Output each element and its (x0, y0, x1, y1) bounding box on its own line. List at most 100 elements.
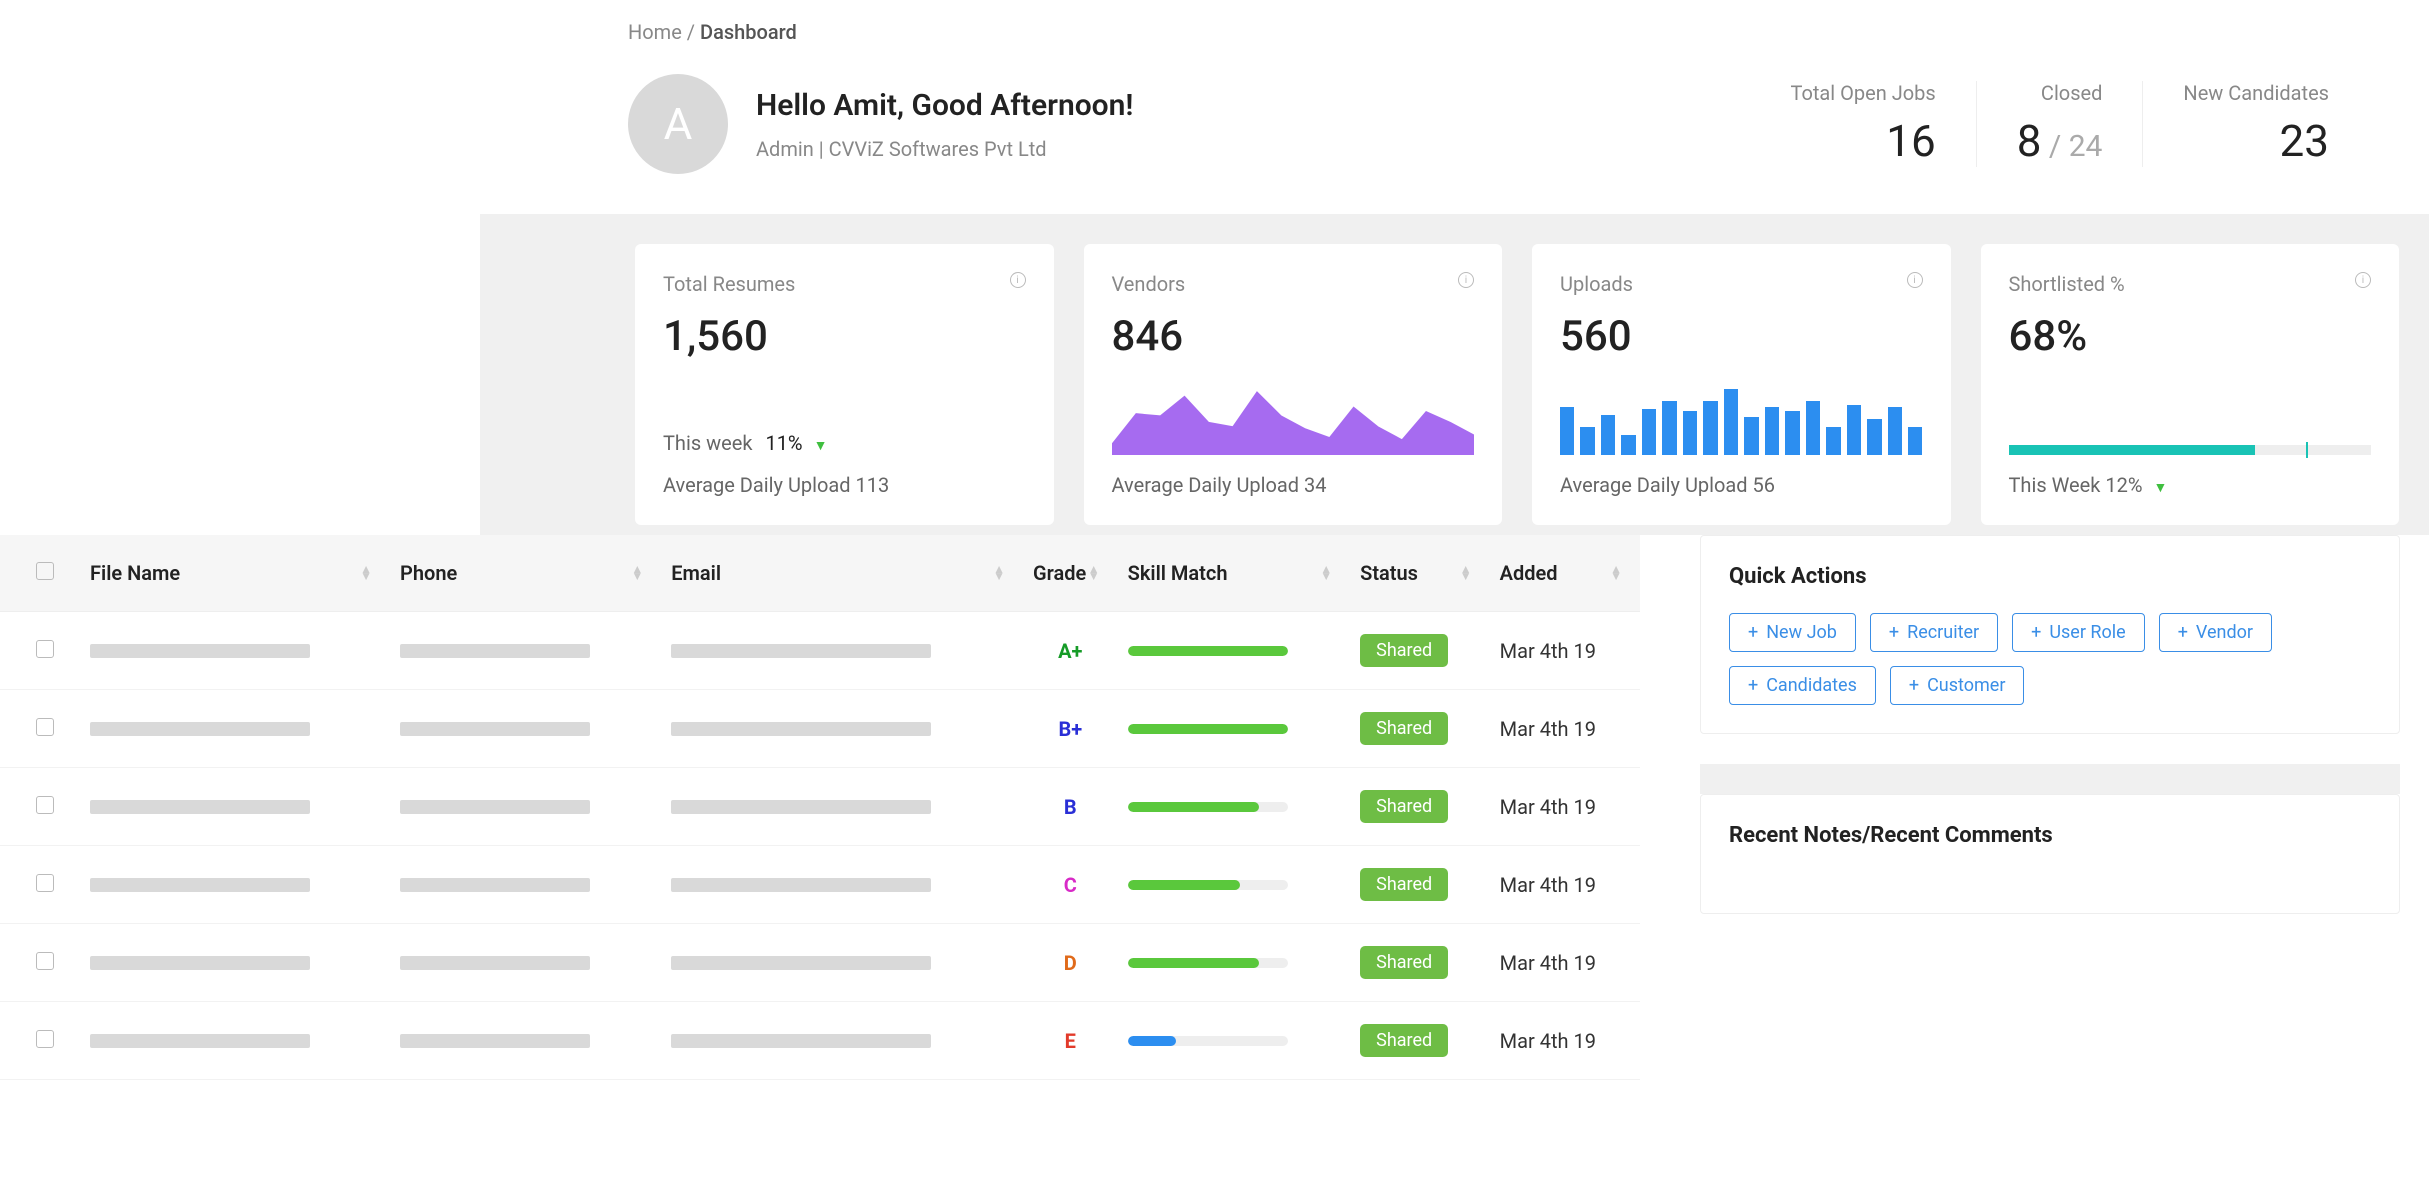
skill-match-bar (1128, 880, 1288, 890)
info-icon[interactable]: i (1010, 272, 1026, 288)
skill-match-bar (1128, 724, 1288, 734)
table-row[interactable]: D Shared Mar 4th 19 (0, 924, 1640, 1002)
quick-action-button[interactable]: +New Job (1729, 613, 1856, 652)
card-footer: This Week 12% ▼ (2009, 473, 2372, 497)
sort-icon: ▲▼ (1610, 566, 1622, 580)
bar (1703, 401, 1717, 455)
bar (1621, 435, 1635, 455)
col-skill-match[interactable]: Skill Match▲▼ (1118, 535, 1351, 612)
breadcrumb: Home / Dashboard (628, 20, 2429, 44)
grade-value: A+ (1058, 639, 1082, 663)
stat-closed-value: 8 / 24 (2017, 115, 2103, 167)
quick-action-label: Customer (1927, 675, 2005, 696)
bar (1785, 411, 1799, 455)
phone-redacted (400, 956, 590, 970)
info-icon[interactable]: i (1458, 272, 1474, 288)
plus-icon: + (2031, 622, 2041, 643)
bar (1662, 401, 1676, 455)
quick-action-button[interactable]: + Customer (1890, 666, 2025, 705)
plus-icon: + (1748, 675, 1758, 696)
file-name-redacted (90, 956, 310, 970)
avatar: A (628, 74, 728, 174)
quick-action-button[interactable]: +Vendor (2159, 613, 2272, 652)
row-checkbox[interactable] (36, 640, 54, 658)
card-value: 560 (1560, 312, 1923, 361)
quick-action-label: Candidates (1766, 675, 1857, 696)
email-redacted (671, 956, 931, 970)
table-row[interactable]: A+ Shared Mar 4th 19 (0, 612, 1640, 690)
plus-icon: + (1889, 622, 1899, 643)
card-footer: Average Daily Upload 113 (663, 473, 1026, 497)
plus-icon: + (1909, 675, 1919, 696)
row-checkbox[interactable] (36, 718, 54, 736)
col-checkbox (0, 535, 80, 612)
col-status[interactable]: Status▲▼ (1350, 535, 1490, 612)
quick-action-button[interactable]: + Candidates (1729, 666, 1876, 705)
file-name-redacted (90, 722, 310, 736)
sort-icon: ▲▼ (993, 566, 1005, 580)
sort-icon: ▲▼ (631, 566, 643, 580)
candidates-table: File Name▲▼ Phone▲▼ Email▲▼ Grade▲▼ Skil… (0, 535, 1640, 1080)
row-checkbox[interactable] (36, 874, 54, 892)
card-title: Total Resumes (663, 272, 1026, 296)
email-redacted (671, 1034, 931, 1048)
skill-match-bar (1128, 958, 1288, 968)
phone-redacted (400, 722, 590, 736)
quick-action-button[interactable]: +Recruiter (1870, 613, 1998, 652)
row-checkbox[interactable] (36, 952, 54, 970)
caret-down-icon: ▼ (814, 438, 828, 454)
recent-notes-title: Recent Notes/Recent Comments (1729, 823, 2371, 848)
card-value: 68% (2009, 312, 2372, 361)
info-icon[interactable]: i (2355, 272, 2371, 288)
col-added[interactable]: Added▲▼ (1490, 535, 1640, 612)
stat-new-candidates-label: New Candidates (2183, 81, 2329, 105)
stat-open-jobs: Total Open Jobs 16 (1750, 81, 1975, 167)
stat-open-jobs-label: Total Open Jobs (1790, 81, 1935, 105)
bar (1847, 405, 1861, 455)
status-badge: Shared (1360, 946, 1448, 979)
table-row[interactable]: B Shared Mar 4th 19 (0, 768, 1640, 846)
table-row[interactable]: B+ Shared Mar 4th 19 (0, 690, 1640, 768)
grade-value: D (1064, 951, 1077, 975)
email-redacted (671, 800, 931, 814)
card-shortlisted: i Shortlisted % 68% This Week 12% ▼ (1981, 244, 2400, 525)
stat-new-candidates-value: 23 (2183, 115, 2329, 167)
col-email[interactable]: Email▲▼ (661, 535, 1023, 612)
quick-action-button[interactable]: +User Role (2012, 613, 2145, 652)
email-redacted (671, 722, 931, 736)
card-footer: Average Daily Upload 56 (1560, 473, 1923, 497)
card-uploads: i Uploads 560 Average Daily Upload 56 (1532, 244, 1951, 525)
phone-redacted (400, 1034, 590, 1048)
card-title: Vendors (1112, 272, 1475, 296)
col-file-name[interactable]: File Name▲▼ (80, 535, 390, 612)
file-name-redacted (90, 644, 310, 658)
sort-icon: ▲▼ (1460, 566, 1472, 580)
bar (1888, 407, 1902, 455)
status-badge: Shared (1360, 790, 1448, 823)
added-date: Mar 4th 19 (1500, 639, 1596, 663)
stat-new-candidates: New Candidates 23 (2142, 81, 2369, 167)
row-checkbox[interactable] (36, 796, 54, 814)
grade-value: E (1065, 1029, 1076, 1053)
grade-value: C (1064, 873, 1077, 897)
skill-match-bar (1128, 1036, 1288, 1046)
breadcrumb-sep: / (687, 20, 695, 44)
sort-icon: ▲▼ (1320, 566, 1332, 580)
status-badge: Shared (1360, 1024, 1448, 1057)
stat-closed: Closed 8 / 24 (1976, 81, 2143, 167)
sort-icon: ▲▼ (1088, 566, 1100, 580)
col-phone[interactable]: Phone▲▼ (390, 535, 661, 612)
table-row[interactable]: C Shared Mar 4th 19 (0, 846, 1640, 924)
added-date: Mar 4th 19 (1500, 951, 1596, 975)
row-checkbox[interactable] (36, 1030, 54, 1048)
skill-match-bar (1128, 646, 1288, 656)
select-all-checkbox[interactable] (36, 562, 54, 580)
col-grade[interactable]: Grade▲▼ (1023, 535, 1118, 612)
info-icon[interactable]: i (1907, 272, 1923, 288)
vendors-area-chart (1112, 385, 1475, 455)
card-title: Shortlisted % (2009, 272, 2372, 296)
bar (1724, 389, 1738, 455)
table-row[interactable]: E Shared Mar 4th 19 (0, 1002, 1640, 1080)
breadcrumb-home[interactable]: Home (628, 20, 682, 44)
phone-redacted (400, 878, 590, 892)
